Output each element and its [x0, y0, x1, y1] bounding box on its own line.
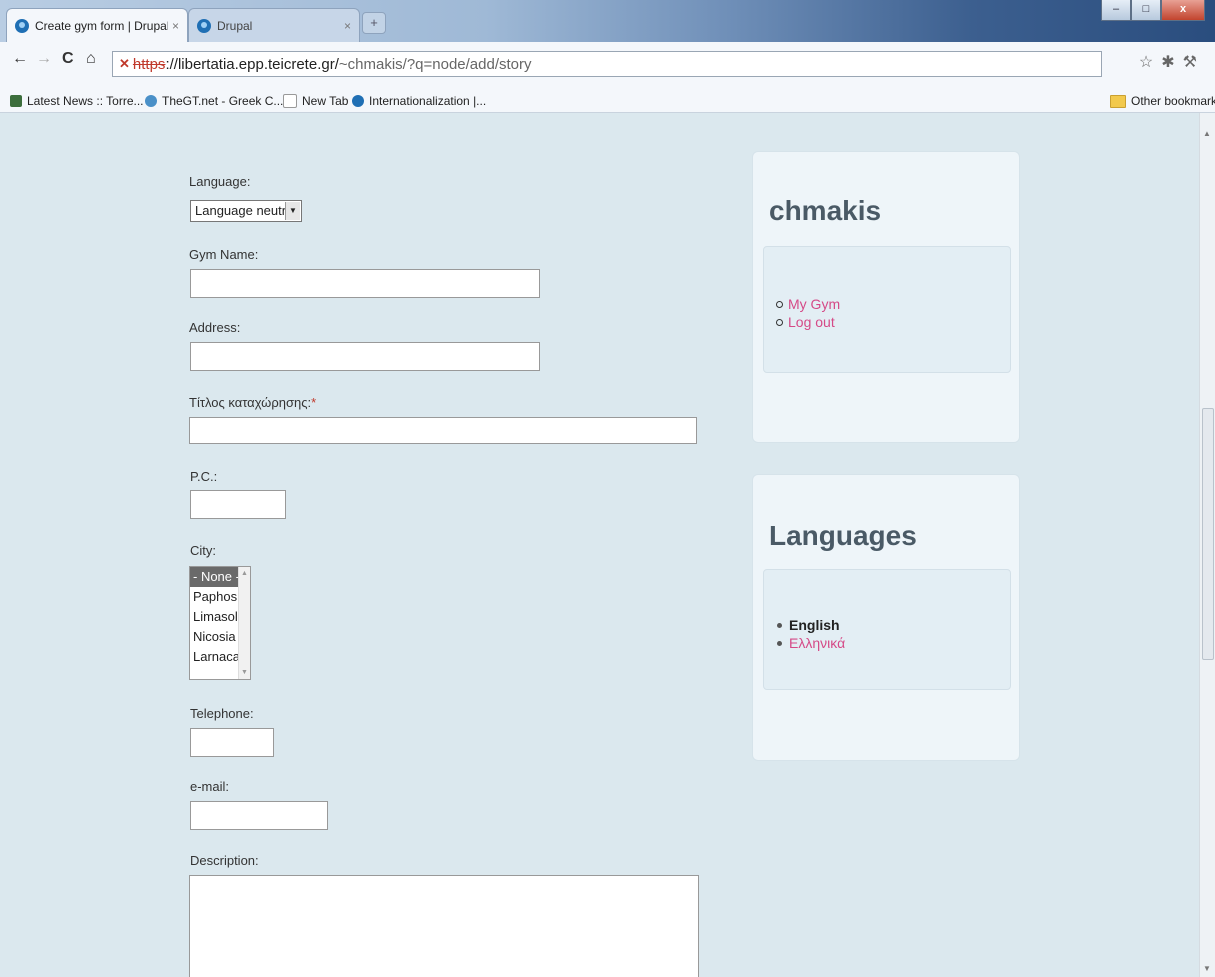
home-icon[interactable]: ⌂ [86, 50, 96, 68]
scroll-down-icon[interactable]: ▼ [1203, 964, 1211, 973]
description-textarea[interactable] [189, 875, 699, 977]
drupal-icon [352, 95, 364, 107]
title-label-text: Τίτλος καταχώρησης: [189, 395, 312, 410]
email-input[interactable] [190, 801, 328, 830]
pc-input[interactable] [190, 490, 286, 519]
tab-drupal[interactable]: Drupal × [188, 8, 360, 42]
address-bar[interactable]: ✕ https ://libertatia.epp.teicrete.gr/ ~… [112, 51, 1102, 77]
extension-icon[interactable]: ✱ [1161, 54, 1182, 71]
browser-titlebar: Create gym form | Drupal × Drupal × + – … [0, 0, 1215, 42]
english-link[interactable]: English [789, 616, 840, 634]
bookmarks-bar: Latest News :: Torre... TheGT.net - Gree… [0, 90, 1215, 113]
user-block-content: My Gym Log out [763, 246, 1011, 373]
tab-title: Create gym form | Drupal [35, 18, 168, 33]
user-block: chmakis My Gym Log out [752, 151, 1020, 443]
drupal-icon [15, 18, 29, 33]
menu-item-my-gym[interactable]: My Gym [776, 295, 840, 313]
telephone-label: Telephone: [190, 706, 254, 721]
language-select-value: Language neutral [195, 203, 297, 218]
wrench-icon[interactable]: ⚒ [1183, 54, 1205, 71]
toolbar-icons: ☆✱⚒ [1139, 52, 1205, 72]
email-label: e-mail: [190, 779, 230, 794]
maximize-button[interactable]: □ [1131, 0, 1161, 21]
language-list: English Ελληνικά [776, 616, 845, 652]
scroll-up-icon[interactable]: ▲ [241, 570, 248, 577]
url-host: ://libertatia.epp.teicrete.gr/ [165, 55, 339, 73]
city-option[interactable]: - None - [190, 567, 240, 587]
page-icon [283, 94, 297, 108]
languages-block-content: English Ελληνικά [763, 569, 1011, 690]
other-bookmarks-label: Other bookmarks [1131, 94, 1215, 108]
bullet-icon [776, 318, 783, 326]
forward-icon[interactable]: → [36, 50, 52, 68]
other-bookmarks[interactable]: Other bookmarks [1110, 94, 1215, 108]
close-tab-icon[interactable]: × [344, 19, 351, 33]
bookmark-label: New Tab [302, 94, 349, 108]
title-input[interactable] [189, 417, 697, 444]
bookmark-label: Internationalization |... [369, 94, 487, 108]
page-content [0, 113, 1200, 977]
log-out-link[interactable]: Log out [788, 313, 835, 331]
city-listbox[interactable]: - None - Paphos Limasol Nicosia Larnaca … [189, 566, 251, 680]
folder-icon [1110, 94, 1126, 108]
menu-item-log-out[interactable]: Log out [776, 313, 840, 331]
my-gym-link[interactable]: My Gym [788, 295, 840, 313]
bookmark-internationalization[interactable]: Internationalization |... [352, 94, 486, 108]
tab-title: Drupal [217, 18, 253, 33]
greek-link[interactable]: Ελληνικά [789, 634, 845, 652]
bookmark-thegt[interactable]: TheGT.net - Greek C... [145, 94, 283, 108]
gym-name-input[interactable] [190, 269, 540, 298]
close-tab-icon[interactable]: × [172, 19, 179, 33]
star-icon[interactable]: ☆ [1139, 54, 1161, 71]
drupal-icon [197, 18, 211, 33]
description-label: Description: [190, 853, 259, 868]
globe-icon [145, 95, 157, 107]
bookmark-new-tab[interactable]: New Tab [283, 94, 348, 108]
title-label: Τίτλος καταχώρησης:* [189, 395, 316, 410]
city-label: City: [190, 543, 216, 558]
minimize-button[interactable]: – [1101, 0, 1131, 21]
pc-label: P.C.: [190, 469, 218, 484]
listbox-scrollbar[interactable]: ▲ ▼ [238, 567, 250, 679]
languages-block: Languages English Ελληνικά [752, 474, 1020, 761]
bookmark-label: TheGT.net - Greek C... [162, 94, 284, 108]
language-select[interactable]: Language neutral ▼ [190, 200, 302, 222]
url-path: ~chmakis/?q=node/add/story [338, 55, 532, 73]
back-icon[interactable]: ← [12, 50, 28, 68]
insecure-https-icon: ✕ [119, 56, 130, 71]
bullet-icon [777, 622, 782, 628]
tab-create-gym-form[interactable]: Create gym form | Drupal × [6, 8, 188, 42]
scroll-up-icon[interactable]: ▲ [1203, 129, 1211, 138]
bullet-icon [776, 300, 783, 308]
language-label: Language: [189, 174, 251, 189]
bullet-icon [777, 640, 782, 646]
language-item-greek[interactable]: Ελληνικά [776, 634, 845, 652]
url-scheme: https [132, 55, 166, 73]
bookmark-latest-news[interactable]: Latest News :: Torre... [10, 94, 144, 108]
user-menu: My Gym Log out [776, 295, 840, 331]
reload-icon[interactable]: C [62, 50, 74, 68]
browser-toolbar: ← → C ⌂ ✕ https ://libertatia.epp.teicre… [0, 42, 1215, 91]
language-item-english[interactable]: English [776, 616, 845, 634]
required-mark: * [311, 395, 317, 410]
address-label: Address: [189, 320, 241, 335]
address-input[interactable] [190, 342, 540, 371]
gym-name-label: Gym Name: [189, 247, 259, 262]
page-scrollbar[interactable]: ▲ ▼ [1199, 113, 1215, 977]
news-icon [10, 95, 22, 107]
user-block-title: chmakis [769, 195, 882, 226]
new-tab-button[interactable]: + [362, 12, 386, 34]
bookmark-label: Latest News :: Torre... [27, 94, 144, 108]
scrollbar-thumb[interactable] [1202, 408, 1214, 660]
languages-block-title: Languages [769, 520, 917, 551]
chevron-down-icon: ▼ [285, 202, 300, 220]
telephone-input[interactable] [190, 728, 274, 757]
close-window-button[interactable]: x [1161, 0, 1205, 21]
scroll-down-icon[interactable]: ▼ [241, 669, 248, 676]
window-controls: – □ x [1101, 0, 1205, 21]
